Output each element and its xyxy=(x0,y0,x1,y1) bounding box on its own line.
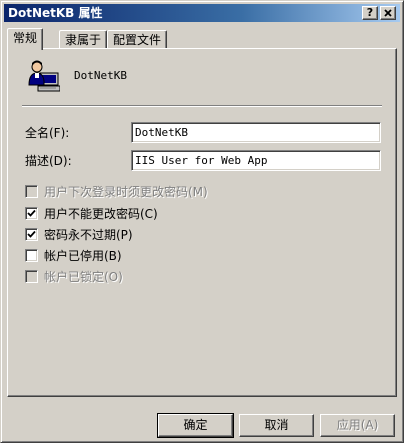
close-button[interactable] xyxy=(380,6,396,20)
checkbox-must-change-password[interactable] xyxy=(25,185,38,198)
general-tab-panel: DotNetKB 全名(F): DotNetKB 描述(D): IIS User… xyxy=(7,48,397,397)
checkbox-cannot-change-password[interactable] xyxy=(25,207,38,220)
window-title: DotNetKB 属性 xyxy=(8,6,103,20)
separator xyxy=(22,105,382,107)
checkbox-password-never-expires[interactable] xyxy=(25,228,38,241)
tab-general[interactable]: 常规 xyxy=(7,28,44,50)
option-label: 用户下次登录时须更改密码(M) xyxy=(44,185,208,199)
option-label: 帐户已锁定(O) xyxy=(44,270,123,284)
fullname-field[interactable]: DotNetKB xyxy=(131,122,381,143)
option-label: 密码永不过期(P) xyxy=(44,228,133,242)
user-computer-icon xyxy=(26,59,61,93)
title-bar[interactable]: DotNetKB 属性 ? xyxy=(4,4,400,22)
fullname-label: 全名(F): xyxy=(25,126,70,140)
tab-member-of[interactable]: 隶属于 xyxy=(59,30,108,50)
check-mark-icon xyxy=(27,209,36,217)
checkbox-account-locked[interactable] xyxy=(25,270,38,283)
apply-button[interactable]: 应用(A) xyxy=(320,414,395,437)
help-button[interactable]: ? xyxy=(362,6,378,20)
option-label: 帐户已停用(B) xyxy=(44,249,122,263)
checkbox-account-disabled[interactable] xyxy=(25,249,38,262)
description-label: 描述(D): xyxy=(25,154,72,168)
description-field[interactable]: IIS User for Web App xyxy=(131,150,381,171)
close-icon xyxy=(384,9,392,17)
cancel-button[interactable]: 取消 xyxy=(239,414,314,437)
user-name: DotNetKB xyxy=(74,69,127,82)
ok-button[interactable]: 确定 xyxy=(157,413,234,438)
properties-dialog: DotNetKB 属性 ? 常规 隶属于 配置文件 DotNetKB 全名(F)… xyxy=(0,0,404,443)
check-mark-icon xyxy=(27,230,36,238)
tab-profile[interactable]: 配置文件 xyxy=(107,30,168,50)
option-label: 用户不能更改密码(C) xyxy=(44,207,158,221)
